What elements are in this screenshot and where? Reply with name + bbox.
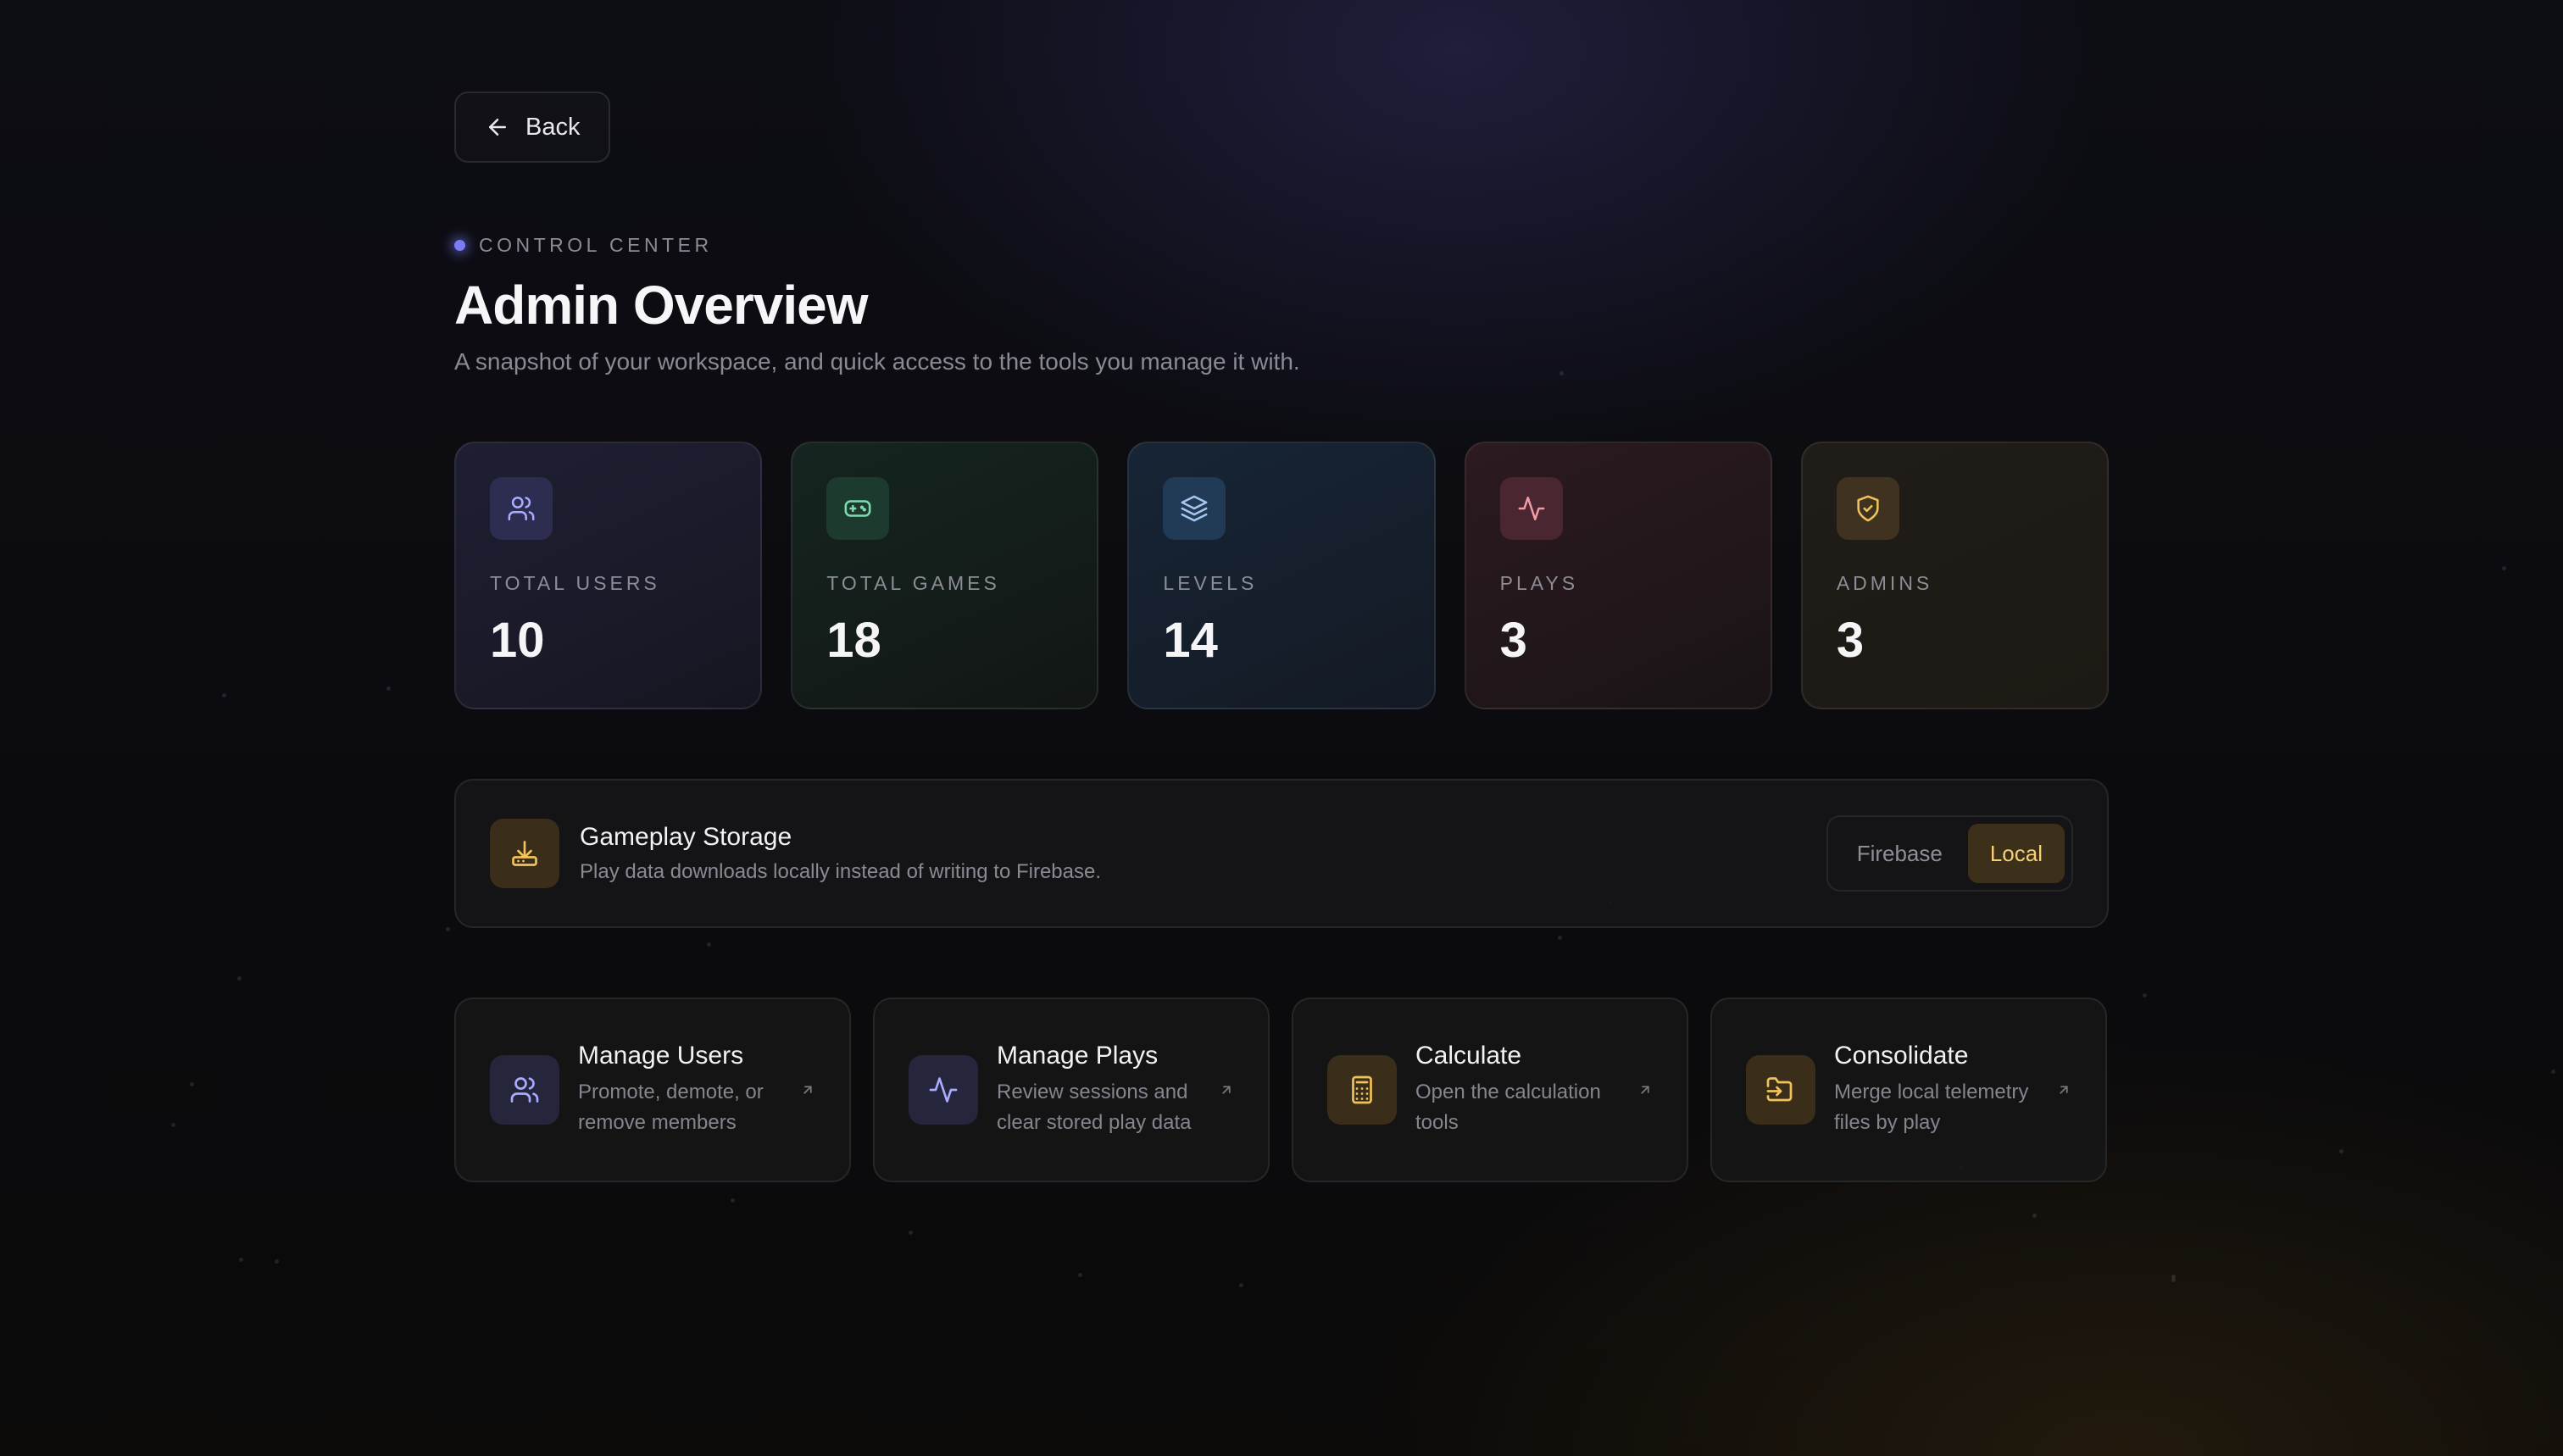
gameplay-storage-panel: Gameplay Storage Play data downloads loc…: [454, 779, 2109, 928]
consolidate-card[interactable]: Consolidate Merge local telemetry files …: [1710, 998, 2107, 1182]
stats-row: TOTAL USERS 10 TOTAL GAMES 18 LEVELS 14 …: [454, 442, 2110, 709]
stat-label: LEVELS: [1163, 572, 1258, 594]
action-description: Promote, demote, or remove members: [578, 1081, 764, 1134]
stat-value: 3: [1836, 613, 1865, 668]
action-description: Merge local telemetry files by play: [1834, 1081, 2029, 1134]
storage-mode-toggle: Firebase Local: [1826, 815, 2073, 892]
users-icon: [490, 477, 553, 540]
stat-label: TOTAL GAMES: [826, 572, 1000, 594]
back-label: Back: [525, 113, 581, 141]
stat-card-total-games: TOTAL GAMES 18: [791, 442, 1099, 709]
stat-value: 10: [490, 613, 545, 668]
stat-card-levels: LEVELS 14: [1127, 442, 1436, 709]
stat-value: 14: [1163, 613, 1218, 668]
action-title: Manage Plays: [997, 1042, 1159, 1070]
storage-description: Play data downloads locally instead of w…: [580, 860, 1101, 883]
action-title: Manage Users: [578, 1042, 744, 1070]
page-title: Admin Overview: [454, 275, 869, 336]
back-button[interactable]: Back: [454, 92, 611, 163]
page-subtitle: A snapshot of your workspace, and quick …: [454, 348, 1300, 375]
folder-input-icon: [1746, 1055, 1815, 1125]
storage-title: Gameplay Storage: [580, 823, 792, 851]
arrow-up-right-icon: [803, 1086, 812, 1094]
stat-value: 3: [1499, 613, 1527, 668]
arrow-up-right-icon: [2060, 1086, 2068, 1094]
stat-card-admins: ADMINS 3: [1800, 442, 2110, 709]
arrow-up-right-icon: [1222, 1086, 1231, 1094]
stat-card-total-users: TOTAL USERS 10: [454, 442, 763, 709]
action-description: Open the calculation tools: [1415, 1081, 1601, 1134]
local-option[interactable]: Local: [1967, 824, 2065, 883]
stat-value: 18: [826, 613, 881, 668]
actions-row: Manage Users Promote, demote, or remove …: [454, 998, 2109, 1182]
action-description: Review sessions and clear stored play da…: [997, 1081, 1192, 1134]
admin-overview-page: Back CONTROL CENTER Admin Overview A sna…: [454, 92, 2110, 1182]
stat-card-plays: PLAYS 3: [1464, 442, 1772, 709]
manage-plays-card[interactable]: Manage Plays Review sessions and clear s…: [873, 998, 1270, 1182]
shield-check-icon: [1836, 477, 1899, 540]
calculator-icon: [1327, 1055, 1397, 1125]
stat-label: ADMINS: [1836, 572, 1933, 594]
action-title: Calculate: [1415, 1042, 1522, 1070]
gamepad-icon: [826, 477, 890, 540]
firebase-option[interactable]: Firebase: [1835, 824, 1965, 883]
eyebrow-label: CONTROL CENTER: [479, 234, 713, 256]
eyebrow: CONTROL CENTER: [454, 234, 2109, 257]
activity-icon: [909, 1055, 978, 1125]
stat-label: TOTAL USERS: [490, 572, 660, 594]
download-icon: [490, 819, 559, 888]
manage-users-card[interactable]: Manage Users Promote, demote, or remove …: [454, 998, 851, 1182]
stat-label: PLAYS: [1499, 572, 1579, 594]
layers-icon: [1163, 477, 1226, 540]
arrow-up-right-icon: [1641, 1086, 1649, 1094]
activity-icon: [1499, 477, 1563, 540]
users-icon: [490, 1055, 559, 1125]
arrow-left-icon: [489, 119, 506, 136]
action-title: Consolidate: [1834, 1042, 1969, 1070]
calculate-card[interactable]: Calculate Open the calculation tools: [1292, 998, 1688, 1182]
status-dot: [454, 240, 465, 251]
